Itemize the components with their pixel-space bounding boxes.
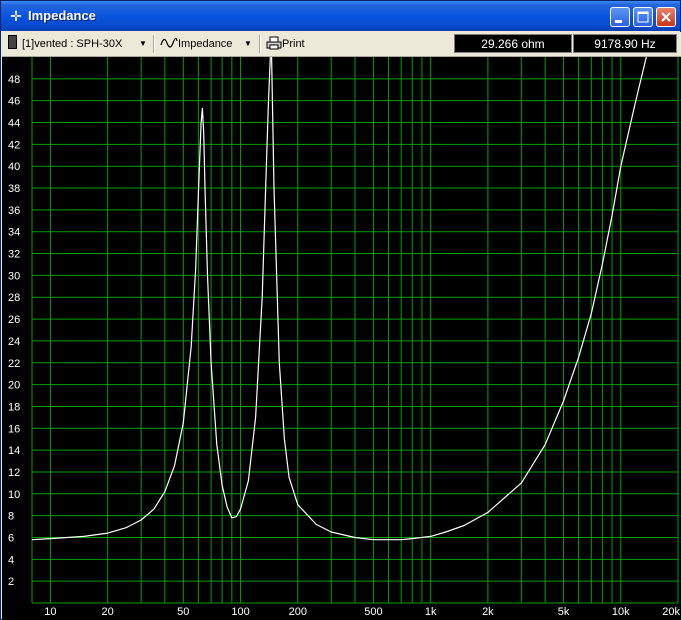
view-select[interactable]: Impedance ▼ (160, 35, 252, 53)
y-tick-label: 2 (8, 576, 14, 588)
driver-select-value: [1]vented : SPH-30X (22, 38, 123, 50)
y-tick-label: 24 (8, 336, 20, 348)
y-tick-label: 46 (8, 96, 20, 108)
impedance-chart[interactable]: 2468101214161820222426283032343638404244… (2, 57, 681, 620)
print-label: Print (282, 38, 305, 50)
close-icon (661, 12, 671, 22)
impedance-window: ✛ Impedance [1]vented : SPH-30X ▼ Impeda… (0, 0, 681, 620)
y-tick-label: 28 (8, 292, 20, 304)
toolbar-separator (259, 35, 261, 53)
crosshair-icon: ✛ (10, 8, 22, 24)
y-tick-label: 10 (8, 489, 20, 501)
x-tick-label: 2k (482, 606, 494, 618)
y-tick-label: 34 (8, 227, 20, 239)
y-tick-label: 16 (8, 423, 20, 435)
print-button[interactable]: Print (266, 35, 314, 53)
y-tick-label: 36 (8, 205, 20, 217)
close-button[interactable] (656, 7, 676, 27)
x-tick-label: 10 (44, 606, 56, 618)
window-title: Impedance (28, 8, 96, 23)
toolbar-separator (153, 35, 155, 53)
x-tick-label: 20k (662, 606, 680, 618)
y-tick-label: 8 (8, 511, 14, 523)
y-tick-label: 12 (8, 467, 20, 479)
x-tick-label: 1k (425, 606, 437, 618)
x-tick-label: 5k (558, 606, 570, 618)
y-tick-label: 32 (8, 249, 20, 261)
minimize-icon (615, 20, 622, 23)
y-tick-label: 4 (8, 554, 14, 566)
y-tick-label: 38 (8, 183, 20, 195)
y-tick-label: 20 (8, 380, 20, 392)
y-tick-label: 44 (8, 118, 20, 130)
x-tick-label: 20 (102, 606, 114, 618)
x-tick-label: 50 (177, 606, 189, 618)
chevron-down-icon: ▼ (139, 39, 147, 48)
speaker-icon (8, 35, 17, 49)
x-tick-label: 500 (364, 606, 382, 618)
chevron-down-icon: ▼ (244, 39, 252, 48)
impedance-plot[interactable]: 2 4 6 8 10 12 14 16 18 20 22 24 26 28 30 32 34 36 38 40 42 44… (2, 57, 681, 620)
y-tick-label: 48 (8, 74, 20, 86)
x-tick-label: 200 (289, 606, 307, 618)
y-tick-label: 22 (8, 358, 20, 370)
y-tick-label: 6 (8, 532, 14, 544)
maximize-button[interactable] (633, 7, 653, 27)
view-select-value: Impedance (178, 38, 233, 50)
frequency-readout: 9178.90 Hz (573, 34, 677, 53)
x-tick-label: 100 (231, 606, 249, 618)
y-tick-label: 40 (8, 161, 20, 173)
y-tick-label: 14 (8, 445, 20, 457)
y-tick-label: 30 (8, 270, 20, 282)
value-readout: 29.266 ohm (454, 34, 572, 53)
y-tick-label: 18 (8, 401, 20, 413)
minimize-button[interactable] (610, 7, 630, 27)
y-tick-label: 26 (8, 314, 20, 326)
driver-select[interactable]: [1]vented : SPH-30X ▼ (8, 35, 148, 53)
printer-icon (266, 36, 282, 50)
title-bar[interactable]: ✛ Impedance (1, 1, 680, 31)
toolbar: [1]vented : SPH-30X ▼ Impedance ▼ Print … (2, 32, 681, 57)
maximize-icon (637, 11, 649, 23)
y-tick-label: 42 (8, 139, 20, 151)
x-tick-label: 10k (612, 606, 630, 618)
impedance-curve-icon (160, 37, 178, 48)
